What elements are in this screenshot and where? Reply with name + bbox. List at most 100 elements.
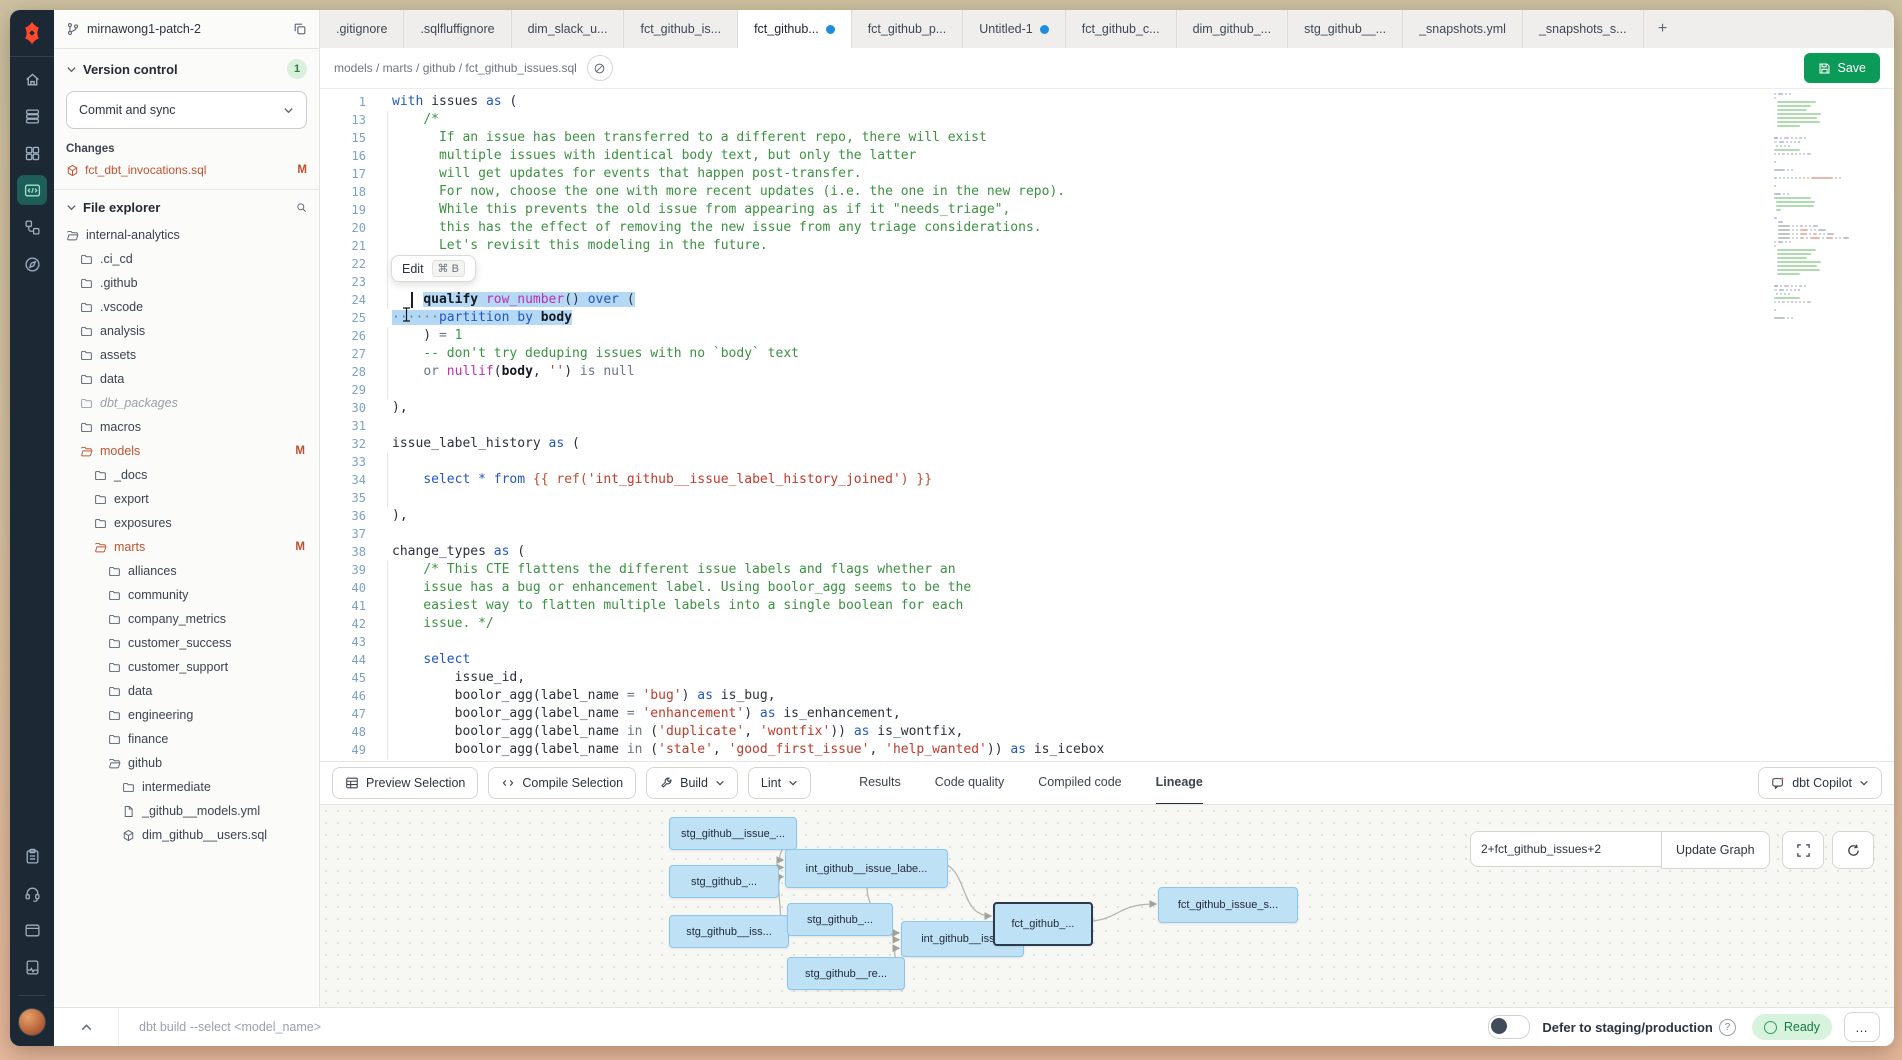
tree-item-internal-analytics[interactable]: internal-analytics: [66, 223, 307, 247]
code-line-36[interactable]: 36),: [320, 507, 1894, 525]
editor-tab-fct-github-c-[interactable]: fct_github_c...: [1066, 10, 1177, 48]
code-line-33[interactable]: 33: [320, 453, 1894, 471]
tree-item-company-metrics[interactable]: company_metrics: [66, 607, 307, 631]
code-line-44[interactable]: 44 select: [320, 651, 1894, 669]
build-button[interactable]: Build: [646, 767, 738, 799]
code-line-23[interactable]: 23: [320, 273, 1894, 291]
update-graph-button[interactable]: Update Graph: [1661, 831, 1770, 869]
code-line-22[interactable]: 22: [320, 255, 1894, 273]
more-options-button[interactable]: …: [1844, 1012, 1880, 1042]
tree-item-marts[interactable]: martsM: [66, 535, 307, 559]
editor-tab-fct-github-is-[interactable]: fct_github_is...: [624, 10, 738, 48]
result-tab-lineage[interactable]: Lineage: [1156, 761, 1203, 805]
code-line-41[interactable]: 41 easiest way to flatten multiple label…: [320, 597, 1894, 615]
dbt-command-input[interactable]: [119, 1020, 1488, 1034]
tree-item-data[interactable]: data: [66, 367, 307, 391]
preview-selection-button[interactable]: Preview Selection: [332, 767, 478, 799]
user-avatar[interactable]: [18, 1008, 46, 1036]
tree-item-models[interactable]: modelsM: [66, 439, 307, 463]
sidebar-item-home[interactable]: [17, 64, 47, 94]
code-line-47[interactable]: 47 boolor_agg(label_name = 'enhancement'…: [320, 705, 1894, 723]
tree-item-dbt-packages[interactable]: dbt_packages: [66, 391, 307, 415]
lineage-node-b3[interactable]: stg_github__re...: [787, 957, 905, 990]
code-line-37[interactable]: 37: [320, 525, 1894, 543]
editor-tab--gitignore[interactable]: .gitignore: [320, 10, 404, 48]
fullscreen-button[interactable]: [1782, 831, 1824, 869]
commit-and-sync-button[interactable]: Commit and sync: [66, 91, 307, 129]
code-line-48[interactable]: 48 boolor_agg(label_name in ('duplicate'…: [320, 723, 1894, 741]
sidebar-item-orchestration[interactable]: [17, 212, 47, 242]
lint-button[interactable]: Lint: [748, 767, 811, 799]
lineage-node-a2[interactable]: stg_github_...: [669, 865, 779, 898]
changed-file-row[interactable]: fct_dbt_invocations.sqlM: [66, 163, 307, 177]
copy-branch-icon[interactable]: [293, 22, 307, 36]
branch-name[interactable]: mirnawong1-patch-2: [87, 22, 286, 36]
save-button[interactable]: Save: [1804, 53, 1881, 83]
tree-item-community[interactable]: community: [66, 583, 307, 607]
lineage-node-d[interactable]: fct_github_...: [993, 902, 1093, 946]
sidebar-item-web-app[interactable]: [17, 915, 47, 945]
tree-item-exposures[interactable]: exposures: [66, 511, 307, 535]
sidebar-item-release-notes[interactable]: [17, 841, 47, 871]
editor-tab--sqlfluffignore[interactable]: .sqlfluffignore: [404, 10, 511, 48]
result-tab-results[interactable]: Results: [859, 761, 901, 805]
sidebar-item-explore[interactable]: [17, 249, 47, 279]
editor-tab--snapshots-s-[interactable]: _snapshots_s...: [1523, 10, 1644, 48]
new-tab-button[interactable]: +: [1644, 10, 1682, 48]
dbt-logo-icon[interactable]: [10, 10, 54, 57]
editor-tab-dim-github-[interactable]: dim_github_...: [1177, 10, 1289, 48]
code-line-18[interactable]: 18 For now, choose the one with more rec…: [320, 183, 1894, 201]
search-icon[interactable]: [296, 202, 307, 213]
tree-item-customer-success[interactable]: customer_success: [66, 631, 307, 655]
tree-item-engineering[interactable]: engineering: [66, 703, 307, 727]
lineage-node-b1[interactable]: int_github__issue_labe...: [785, 849, 948, 888]
sidebar-item-cloud-ide[interactable]: [17, 175, 47, 205]
code-line-31[interactable]: 31: [320, 417, 1894, 435]
tree-item-github[interactable]: github: [66, 751, 307, 775]
sidebar-item-changelog[interactable]: [17, 952, 47, 982]
code-line-46[interactable]: 46 boolor_agg(label_name = 'bug') as is_…: [320, 687, 1894, 705]
lineage-node-a3[interactable]: stg_github__iss...: [669, 915, 789, 948]
code-editor[interactable]: 1with issues as (13 /*15 If an issue has…: [320, 89, 1894, 761]
lineage-filter-input[interactable]: [1470, 831, 1661, 867]
code-line-43[interactable]: 43: [320, 633, 1894, 651]
editor-minimap[interactable]: [1774, 93, 1886, 325]
editor-tab-fct-github-[interactable]: fct_github...: [738, 10, 852, 48]
lineage-node-b2[interactable]: stg_github_...: [787, 903, 893, 936]
code-line-28[interactable]: 28 or nullif(body, '') is null: [320, 363, 1894, 381]
code-line-30[interactable]: 30),: [320, 399, 1894, 417]
defer-toggle[interactable]: [1488, 1015, 1530, 1039]
code-line-27[interactable]: 27 -- don't try deduping issues with no …: [320, 345, 1894, 363]
code-line-16[interactable]: 16 multiple issues with identical body t…: [320, 147, 1894, 165]
refresh-graph-button[interactable]: [1832, 831, 1874, 869]
editor-tab-stg-github-[interactable]: stg_github__...: [1288, 10, 1403, 48]
code-line-38[interactable]: 38change_types as (: [320, 543, 1894, 561]
code-line-29[interactable]: 29: [320, 381, 1894, 399]
editor-tab-untitled-1[interactable]: Untitled-1: [963, 10, 1066, 48]
code-line-40[interactable]: 40 issue has a bug or enhancement label.…: [320, 579, 1894, 597]
dbt-copilot-button[interactable]: dbt Copilot: [1758, 767, 1882, 799]
edit-popup[interactable]: Edit ⌘ B: [391, 255, 476, 282]
view-docs-icon[interactable]: [587, 55, 613, 81]
code-line-49[interactable]: 49 boolor_agg(label_name in ('stale', 'g…: [320, 741, 1894, 759]
code-line-39[interactable]: 39 /* This CTE flattens the different is…: [320, 561, 1894, 579]
code-line-35[interactable]: 35: [320, 489, 1894, 507]
result-tab-code-quality[interactable]: Code quality: [935, 761, 1005, 805]
help-icon[interactable]: ?: [1719, 1019, 1736, 1036]
tree-item--github[interactable]: .github: [66, 271, 307, 295]
tree-item--vscode[interactable]: .vscode: [66, 295, 307, 319]
lineage-node-e[interactable]: fct_github_issue_s...: [1158, 887, 1298, 923]
version-control-header[interactable]: Version control 1: [66, 59, 307, 79]
tree-item--docs[interactable]: _docs: [66, 463, 307, 487]
code-line-32[interactable]: 32issue_label_history as (: [320, 435, 1894, 453]
code-line-15[interactable]: 15 If an issue has been transferred to a…: [320, 129, 1894, 147]
tree-item-analysis[interactable]: analysis: [66, 319, 307, 343]
compile-selection-button[interactable]: Compile Selection: [488, 767, 636, 799]
tree-item-customer-support[interactable]: customer_support: [66, 655, 307, 679]
expand-command-bar-button[interactable]: [54, 1008, 119, 1046]
code-line-42[interactable]: 42 issue. */: [320, 615, 1894, 633]
result-tab-compiled-code[interactable]: Compiled code: [1038, 761, 1121, 805]
sidebar-item-environments[interactable]: [17, 101, 47, 131]
lineage-node-a1[interactable]: stg_github__issue_...: [669, 817, 797, 850]
code-line-26[interactable]: 26 ) = 1: [320, 327, 1894, 345]
